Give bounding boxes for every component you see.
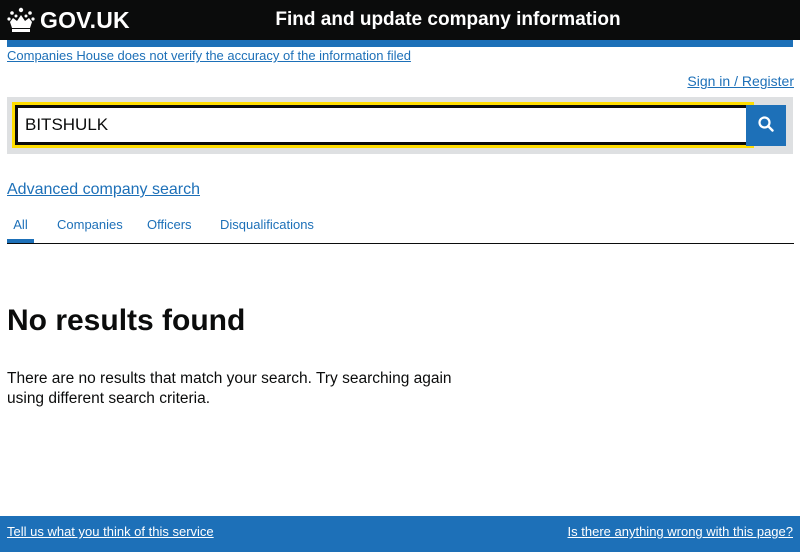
feedback-link[interactable]: Tell us what you think of this service (7, 524, 214, 540)
crown-icon (7, 7, 35, 33)
disclaimer-link[interactable]: Companies House does not verify the accu… (7, 48, 411, 64)
service-name-link[interactable]: Find and update company information (275, 7, 620, 33)
report-problem-link[interactable]: Is there anything wrong with this page? (568, 524, 793, 540)
logo-text: GOV.UK (40, 7, 130, 33)
page-title: No results found (7, 304, 246, 337)
search-bar (7, 97, 793, 154)
site-footer: Tell us what you think of this service I… (0, 516, 800, 552)
page: GOV.UK Find and update company informati… (0, 0, 800, 552)
tab-companies[interactable]: Companies (57, 217, 123, 233)
tab-disqualifications[interactable]: Disqualifications (220, 217, 314, 233)
selected-tab-indicator (7, 239, 34, 243)
tab-officers[interactable]: Officers (147, 217, 192, 233)
header-accent-bar (7, 40, 793, 47)
advanced-search-link[interactable]: Advanced company search (7, 180, 200, 200)
sign-in-register-link[interactable]: Sign in / Register (687, 73, 794, 89)
search-tabs: All Companies Officers Disqualifications (7, 203, 794, 244)
tab-all[interactable]: All (7, 217, 34, 233)
search-input[interactable] (15, 105, 751, 145)
govuk-logo-link[interactable]: GOV.UK (7, 6, 130, 34)
search-button[interactable] (746, 105, 786, 146)
search-icon (757, 115, 775, 136)
site-header: GOV.UK Find and update company informati… (0, 0, 800, 40)
no-results-message: There are no results that match your sea… (7, 370, 452, 407)
